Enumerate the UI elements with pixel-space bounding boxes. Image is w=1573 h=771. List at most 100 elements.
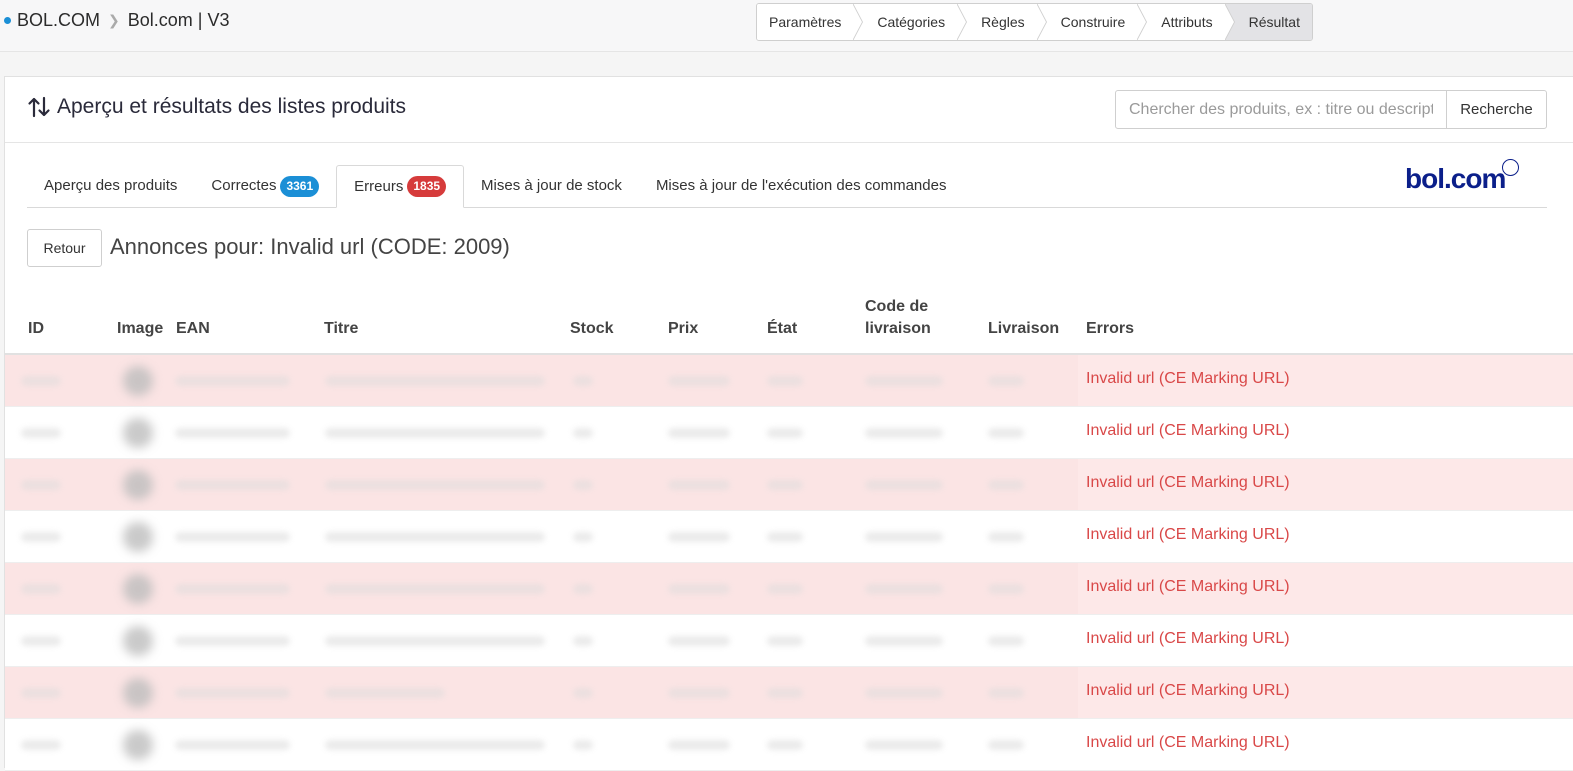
chevron-right-icon: ❯ — [108, 12, 120, 28]
redacted-cells — [5, 615, 1078, 666]
table-row[interactable]: Invalid url (CE Marking URL) — [5, 407, 1573, 459]
step-attributs[interactable]: Attributs — [1137, 4, 1236, 40]
col-image: Image — [117, 320, 164, 337]
step-construire[interactable]: Construire — [1036, 4, 1147, 40]
redacted-cell — [668, 532, 730, 542]
error-cell: Invalid url (CE Marking URL) — [1086, 526, 1290, 543]
table-row[interactable]: Invalid url (CE Marking URL) — [5, 615, 1573, 667]
error-cell: Invalid url (CE Marking URL) — [1086, 734, 1290, 751]
product-thumbnail[interactable] — [123, 522, 153, 552]
tab-bar: Aperçu des produits Correctes 3361 Erreu… — [27, 165, 1547, 208]
redacted-cell — [325, 480, 545, 490]
col-code-livraison-line1: Code de — [865, 298, 929, 315]
redacted-cell — [325, 428, 545, 438]
table-row[interactable]: Invalid url (CE Marking URL) — [5, 719, 1573, 771]
product-thumbnail[interactable] — [123, 678, 153, 708]
step-parametres[interactable]: Paramètres — [757, 4, 864, 40]
col-prix[interactable]: Prix — [668, 318, 698, 340]
col-id[interactable]: ID — [28, 318, 44, 340]
step-resultat[interactable]: Résultat — [1224, 4, 1312, 40]
product-thumbnail[interactable] — [123, 574, 153, 604]
step-categories[interactable]: Catégories — [853, 4, 967, 40]
redacted-cell — [865, 480, 943, 490]
product-thumbnail[interactable] — [123, 470, 153, 500]
tab-order-updates[interactable]: Mises à jour de l'exécution des commande… — [639, 165, 964, 207]
panel-header: Aperçu et résultats des listes produits … — [5, 77, 1573, 143]
col-titre[interactable]: Titre — [324, 318, 358, 340]
redacted-cell — [573, 636, 593, 646]
redacted-cell — [988, 740, 1024, 750]
tab-correct[interactable]: Correctes 3361 — [194, 165, 336, 207]
redacted-cell — [865, 428, 943, 438]
redacted-cell — [988, 480, 1024, 490]
table-row[interactable]: Invalid url (CE Marking URL) — [5, 563, 1573, 615]
redacted-cell — [573, 688, 593, 698]
back-button[interactable]: Retour — [27, 229, 102, 267]
redacted-cell — [573, 428, 593, 438]
redacted-cells — [5, 719, 1078, 770]
tab-stock-updates[interactable]: Mises à jour de stock — [464, 165, 639, 207]
table-row[interactable]: Invalid url (CE Marking URL) — [5, 355, 1573, 407]
redacted-cell — [175, 428, 290, 438]
error-cell: Invalid url (CE Marking URL) — [1086, 682, 1290, 699]
table-row[interactable]: Invalid url (CE Marking URL) — [5, 667, 1573, 719]
redacted-cell — [21, 636, 61, 646]
tab-overview[interactable]: Aperçu des produits — [27, 165, 194, 207]
product-thumbnail[interactable] — [123, 418, 153, 448]
redacted-cell — [325, 584, 545, 594]
listing-title: Annonces pour: Invalid url (CODE: 2009) — [110, 234, 510, 259]
redacted-cell — [175, 532, 290, 542]
tab-correct-label: Correctes — [211, 177, 277, 194]
col-etat[interactable]: État — [767, 318, 797, 340]
redacted-cell — [767, 480, 803, 490]
redacted-cells — [5, 511, 1078, 562]
error-cell: Invalid url (CE Marking URL) — [1086, 474, 1290, 491]
product-thumbnail[interactable] — [123, 366, 153, 396]
redacted-cell — [668, 376, 730, 386]
col-code-livraison[interactable]: Code de livraison — [865, 296, 931, 340]
redacted-cell — [175, 376, 290, 386]
redacted-cell — [573, 740, 593, 750]
tab-orders-label: Mises à jour de l'exécution des commande… — [655, 177, 947, 194]
status-dot-icon — [4, 17, 11, 24]
redacted-cell — [668, 584, 730, 594]
search-button[interactable]: Recherche — [1446, 90, 1547, 129]
redacted-cell — [325, 532, 545, 542]
redacted-cell — [573, 584, 593, 594]
redacted-cells — [5, 407, 1078, 458]
redacted-cell — [175, 688, 290, 698]
redacted-cell — [988, 584, 1024, 594]
page-title: Aperçu et résultats des listes produits — [27, 95, 406, 119]
breadcrumb-current: Bol.com | V3 — [127, 10, 230, 30]
col-stock[interactable]: Stock — [570, 318, 614, 340]
table-row[interactable]: Invalid url (CE Marking URL) — [5, 459, 1573, 511]
redacted-cell — [175, 740, 290, 750]
redacted-cell — [865, 688, 943, 698]
redacted-cell — [865, 376, 943, 386]
redacted-cell — [865, 636, 943, 646]
product-thumbnail[interactable] — [123, 730, 153, 760]
redacted-cell — [175, 584, 290, 594]
redacted-cell — [767, 636, 803, 646]
breadcrumb-root[interactable]: BOL.COM — [17, 10, 100, 31]
col-livraison[interactable]: Livraison — [988, 318, 1059, 340]
bol-logo-text: bol.com — [1405, 163, 1506, 194]
tab-errors[interactable]: Erreurs 1835 — [336, 165, 465, 208]
page-title-text: Aperçu et résultats des listes produits — [57, 95, 407, 118]
col-ean[interactable]: EAN — [176, 318, 210, 340]
redacted-cell — [573, 376, 593, 386]
error-cell: Invalid url (CE Marking URL) — [1086, 630, 1290, 647]
redacted-cell — [767, 428, 803, 438]
redacted-cell — [325, 636, 545, 646]
redacted-cell — [988, 636, 1024, 646]
redacted-cell — [21, 376, 61, 386]
redacted-cell — [668, 688, 730, 698]
table-row[interactable]: Invalid url (CE Marking URL) — [5, 511, 1573, 563]
redacted-cells — [5, 355, 1078, 406]
error-cell: Invalid url (CE Marking URL) — [1086, 578, 1290, 595]
col-errors[interactable]: Errors — [1086, 318, 1134, 340]
product-thumbnail[interactable] — [123, 626, 153, 656]
tab-overview-label: Aperçu des produits — [44, 177, 178, 194]
search-input[interactable] — [1115, 90, 1447, 129]
step-regles[interactable]: Règles — [957, 4, 1047, 40]
